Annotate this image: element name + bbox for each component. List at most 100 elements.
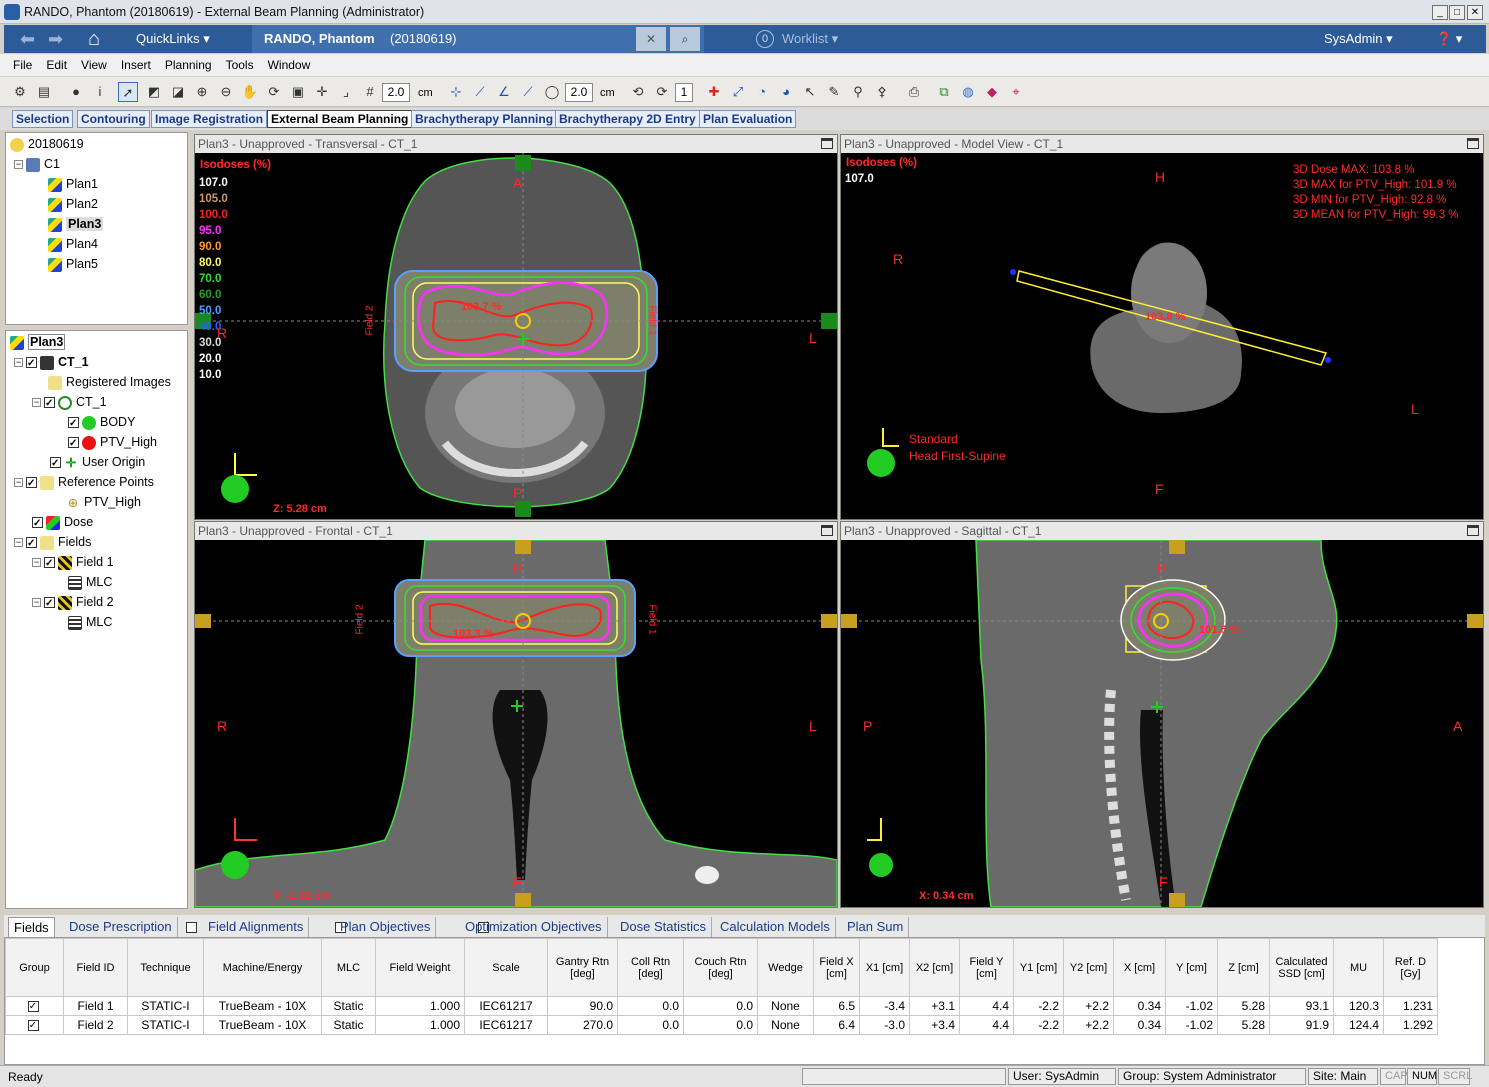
tree-dose[interactable]: Dose [32, 513, 93, 533]
menu-insert[interactable]: Insert [114, 54, 158, 76]
column-header[interactable]: MLC [321, 938, 376, 997]
table-cell[interactable]: 91.9 [1269, 1015, 1334, 1035]
column-header[interactable]: Technique [127, 938, 204, 997]
column-header[interactable]: Y1 [cm] [1013, 938, 1064, 997]
collapse-icon[interactable]: − [32, 398, 41, 408]
table-cell[interactable]: 1.292 [1383, 1015, 1438, 1035]
count-input[interactable]: 1 [675, 83, 693, 102]
collimator-icon[interactable]: ◕ [776, 82, 796, 102]
help-icon[interactable]: ❓ ▾ [1436, 25, 1462, 53]
tree-field1[interactable]: − Field 1 [32, 553, 114, 573]
table-cell[interactable]: 6.5 [813, 996, 860, 1016]
table-cell[interactable]: Static [321, 1015, 376, 1035]
column-header[interactable]: X [cm] [1113, 938, 1166, 997]
fit-icon[interactable]: ▣ [288, 82, 308, 102]
grid-icon[interactable]: # [360, 82, 380, 102]
tab-calculation-models[interactable]: Calculation Models [715, 917, 836, 937]
column-header[interactable]: X2 [cm] [909, 938, 960, 997]
column-header[interactable]: Scale [464, 938, 548, 997]
tree-plan[interactable]: Plan3 [10, 333, 66, 351]
table-cell[interactable]: -2.2 [1013, 1015, 1064, 1035]
table-cell[interactable]: 4.4 [959, 1015, 1014, 1035]
table-cell[interactable]: 1.000 [375, 1015, 465, 1035]
tab-brachytherapy-2d-entry[interactable]: Brachytherapy 2D Entry [555, 110, 700, 128]
column-header[interactable]: Field Weight [375, 938, 465, 997]
zoom-in-icon[interactable]: ⊕ [192, 82, 212, 102]
rotate-left-icon[interactable]: ⟲ [628, 82, 648, 102]
line-icon[interactable]: ⟋ [518, 82, 538, 102]
table-cell[interactable]: +3.4 [909, 1015, 960, 1035]
table-cell[interactable]: TrueBeam - 10X [203, 996, 322, 1016]
home-icon[interactable]: ⌂ [88, 25, 100, 53]
menu-file[interactable]: File [6, 54, 39, 76]
ruler-icon[interactable]: ⌟ [336, 82, 356, 102]
table-cell[interactable]: ✓ [5, 1015, 64, 1035]
cube-icon[interactable]: ◆ [982, 82, 1002, 102]
table-cell[interactable]: 5.28 [1217, 1015, 1270, 1035]
dose-checkbox[interactable] [32, 515, 43, 533]
table-cell[interactable]: 0.0 [683, 1015, 758, 1035]
tab-brachytherapy-planning[interactable]: Brachytherapy Planning [411, 110, 558, 128]
table-cell[interactable]: -3.0 [859, 1015, 910, 1035]
column-header[interactable]: Field ID [63, 938, 128, 997]
column-header[interactable]: X1 [cm] [859, 938, 910, 997]
ptv-checkbox[interactable] [68, 435, 79, 453]
collapse-icon[interactable]: − [14, 478, 23, 488]
field2-checkbox[interactable] [44, 595, 55, 613]
collapse-icon[interactable]: − [14, 538, 23, 548]
collapse-icon[interactable]: − [32, 598, 41, 608]
table-cell[interactable]: Field 1 [63, 996, 128, 1016]
table-cell[interactable]: -1.02 [1165, 1015, 1218, 1035]
table-cell[interactable]: +3.1 [909, 996, 960, 1016]
capture-icon[interactable]: ⎙ [904, 82, 924, 102]
table-cell[interactable]: 0.34 [1113, 996, 1166, 1016]
print-icon[interactable]: ▤ [34, 82, 54, 102]
column-header[interactable]: Ref. D [Gy] [1383, 938, 1438, 997]
tree-mlc1[interactable]: MLC [68, 573, 112, 591]
menu-tools[interactable]: Tools [219, 54, 261, 76]
tree-structure-set[interactable]: − CT_1 [32, 393, 107, 413]
close-button[interactable]: ✕ [1467, 5, 1483, 20]
table-cell[interactable]: STATIC-I [127, 1015, 204, 1035]
tree-user-origin[interactable]: ✛ User Origin [50, 453, 145, 473]
info-icon[interactable]: ● [66, 82, 86, 102]
globe-icon[interactable]: ◍ [958, 82, 978, 102]
tree-plan1[interactable]: Plan1 [48, 175, 98, 193]
window-level-region-icon[interactable]: ◪ [168, 82, 188, 102]
field-alignments-checkbox[interactable] [186, 922, 197, 934]
tab-selection[interactable]: Selection [12, 110, 74, 128]
tab-optimization-objectives[interactable]: Optimization Objectives [460, 917, 608, 937]
user-origin-checkbox[interactable] [50, 455, 61, 473]
table-cell[interactable]: None [757, 1015, 814, 1035]
structure-set-checkbox[interactable] [44, 395, 55, 413]
quicklinks-menu[interactable]: QuickLinks ▾ [136, 25, 210, 53]
table-cell[interactable]: 270.0 [547, 1015, 618, 1035]
table-cell[interactable]: Field 2 [63, 1015, 128, 1035]
table-cell[interactable]: 0.34 [1113, 1015, 1166, 1035]
layers-icon[interactable]: ⧉ [934, 82, 954, 102]
maximize-view-icon[interactable] [821, 525, 833, 536]
forward-arrow-icon[interactable]: ➡ [48, 25, 63, 53]
column-header[interactable]: Z [cm] [1217, 938, 1270, 997]
ct-checkbox[interactable] [26, 355, 37, 373]
maximize-view-icon[interactable] [1467, 525, 1479, 536]
pan-icon[interactable]: ✋ [240, 82, 260, 102]
worklist-menu[interactable]: Worklist ▾ [782, 25, 838, 53]
table-cell[interactable]: 0.0 [683, 996, 758, 1016]
collapse-icon[interactable]: − [32, 558, 41, 568]
tree-course[interactable]: − C1 [14, 155, 60, 173]
tree-plan5[interactable]: Plan5 [48, 255, 98, 273]
collapse-icon[interactable]: − [14, 358, 23, 368]
tree-plan3[interactable]: Plan3 [48, 215, 104, 233]
group-checkbox[interactable]: ✓ [27, 1020, 39, 1032]
column-header[interactable]: MU [1333, 938, 1384, 997]
tab-dose-prescription[interactable]: Dose Prescription [64, 917, 178, 937]
column-header[interactable]: Calculated SSD [cm] [1269, 938, 1334, 997]
table-cell[interactable]: 1.231 [1383, 996, 1438, 1016]
beam-icon[interactable]: ⤢ [728, 82, 748, 102]
table-cell[interactable]: +2.2 [1063, 1015, 1114, 1035]
model-view[interactable]: Plan3 - Unapproved - Model View - CT_1 I… [840, 134, 1484, 520]
column-header[interactable]: Field Y [cm] [959, 938, 1014, 997]
table-cell[interactable]: 5.28 [1217, 996, 1270, 1016]
close-patient-icon[interactable]: ✕ [636, 27, 666, 51]
